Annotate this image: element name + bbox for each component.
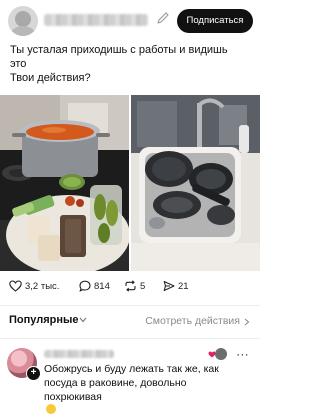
comments-toolbar: Популярные Смотреть действия <box>0 313 260 331</box>
laughing-emoji-icon <box>46 404 56 414</box>
chevron-right-icon[interactable] <box>244 318 250 326</box>
see-actions-link[interactable]: Смотреть действия <box>145 315 240 327</box>
commenter-name-blurred[interactable] <box>44 350 114 358</box>
comment-text-line: посуда в раковине, довольно <box>44 377 187 389</box>
post-text: Ты усталая приходишь с работы и видишь э… <box>10 43 250 85</box>
author-name-blurred[interactable] <box>44 14 148 26</box>
divider <box>0 305 260 306</box>
likes-count: 3,2 тыс. <box>25 280 60 292</box>
photo-food-on-stove[interactable] <box>0 95 129 271</box>
heart-icon <box>9 280 22 292</box>
post-header: Подписаться <box>0 0 260 44</box>
send-icon <box>163 280 175 292</box>
comments-sort-dropdown[interactable]: Популярные <box>9 314 79 326</box>
share-action[interactable]: 21 <box>163 280 189 292</box>
comment-text-line: Обожрусь и буду лежать так же, как <box>44 363 219 375</box>
reposts-count: 5 <box>140 280 146 292</box>
post-actions: 3,2 тыс. 814 5 21 <box>0 276 260 298</box>
divider <box>0 338 260 339</box>
comment-bubble-icon <box>79 280 91 292</box>
like-action[interactable]: 3,2 тыс. <box>9 280 59 292</box>
post-text-line: Твои действия? <box>10 72 91 84</box>
author-liked-avatar <box>215 348 227 360</box>
author-avatar[interactable] <box>8 6 38 36</box>
comments-count: 814 <box>94 280 110 292</box>
repost-action[interactable]: 5 <box>124 280 145 292</box>
post-photos <box>0 95 260 271</box>
comment-text-line: похрюкивая <box>44 391 102 403</box>
comment-text: Обожрусь и буду лежать так же, как посуд… <box>44 362 249 414</box>
photo-dishes-in-sink[interactable] <box>131 95 260 271</box>
repost-icon <box>125 280 136 292</box>
chevron-down-icon[interactable] <box>79 317 87 323</box>
comment-action[interactable]: 814 <box>79 280 110 292</box>
shares-count: 21 <box>178 280 189 292</box>
subscribe-button[interactable]: Подписаться <box>177 9 253 33</box>
post-text-line: это <box>10 58 27 70</box>
pencil-icon <box>157 12 169 24</box>
more-options-icon[interactable]: ⋯ <box>236 347 250 363</box>
plus-icon[interactable]: + <box>26 366 41 381</box>
comment-text-line-last: похрюкивая <box>44 390 249 414</box>
post-text-line: Ты усталая приходишь с работы и видишь <box>10 44 228 56</box>
